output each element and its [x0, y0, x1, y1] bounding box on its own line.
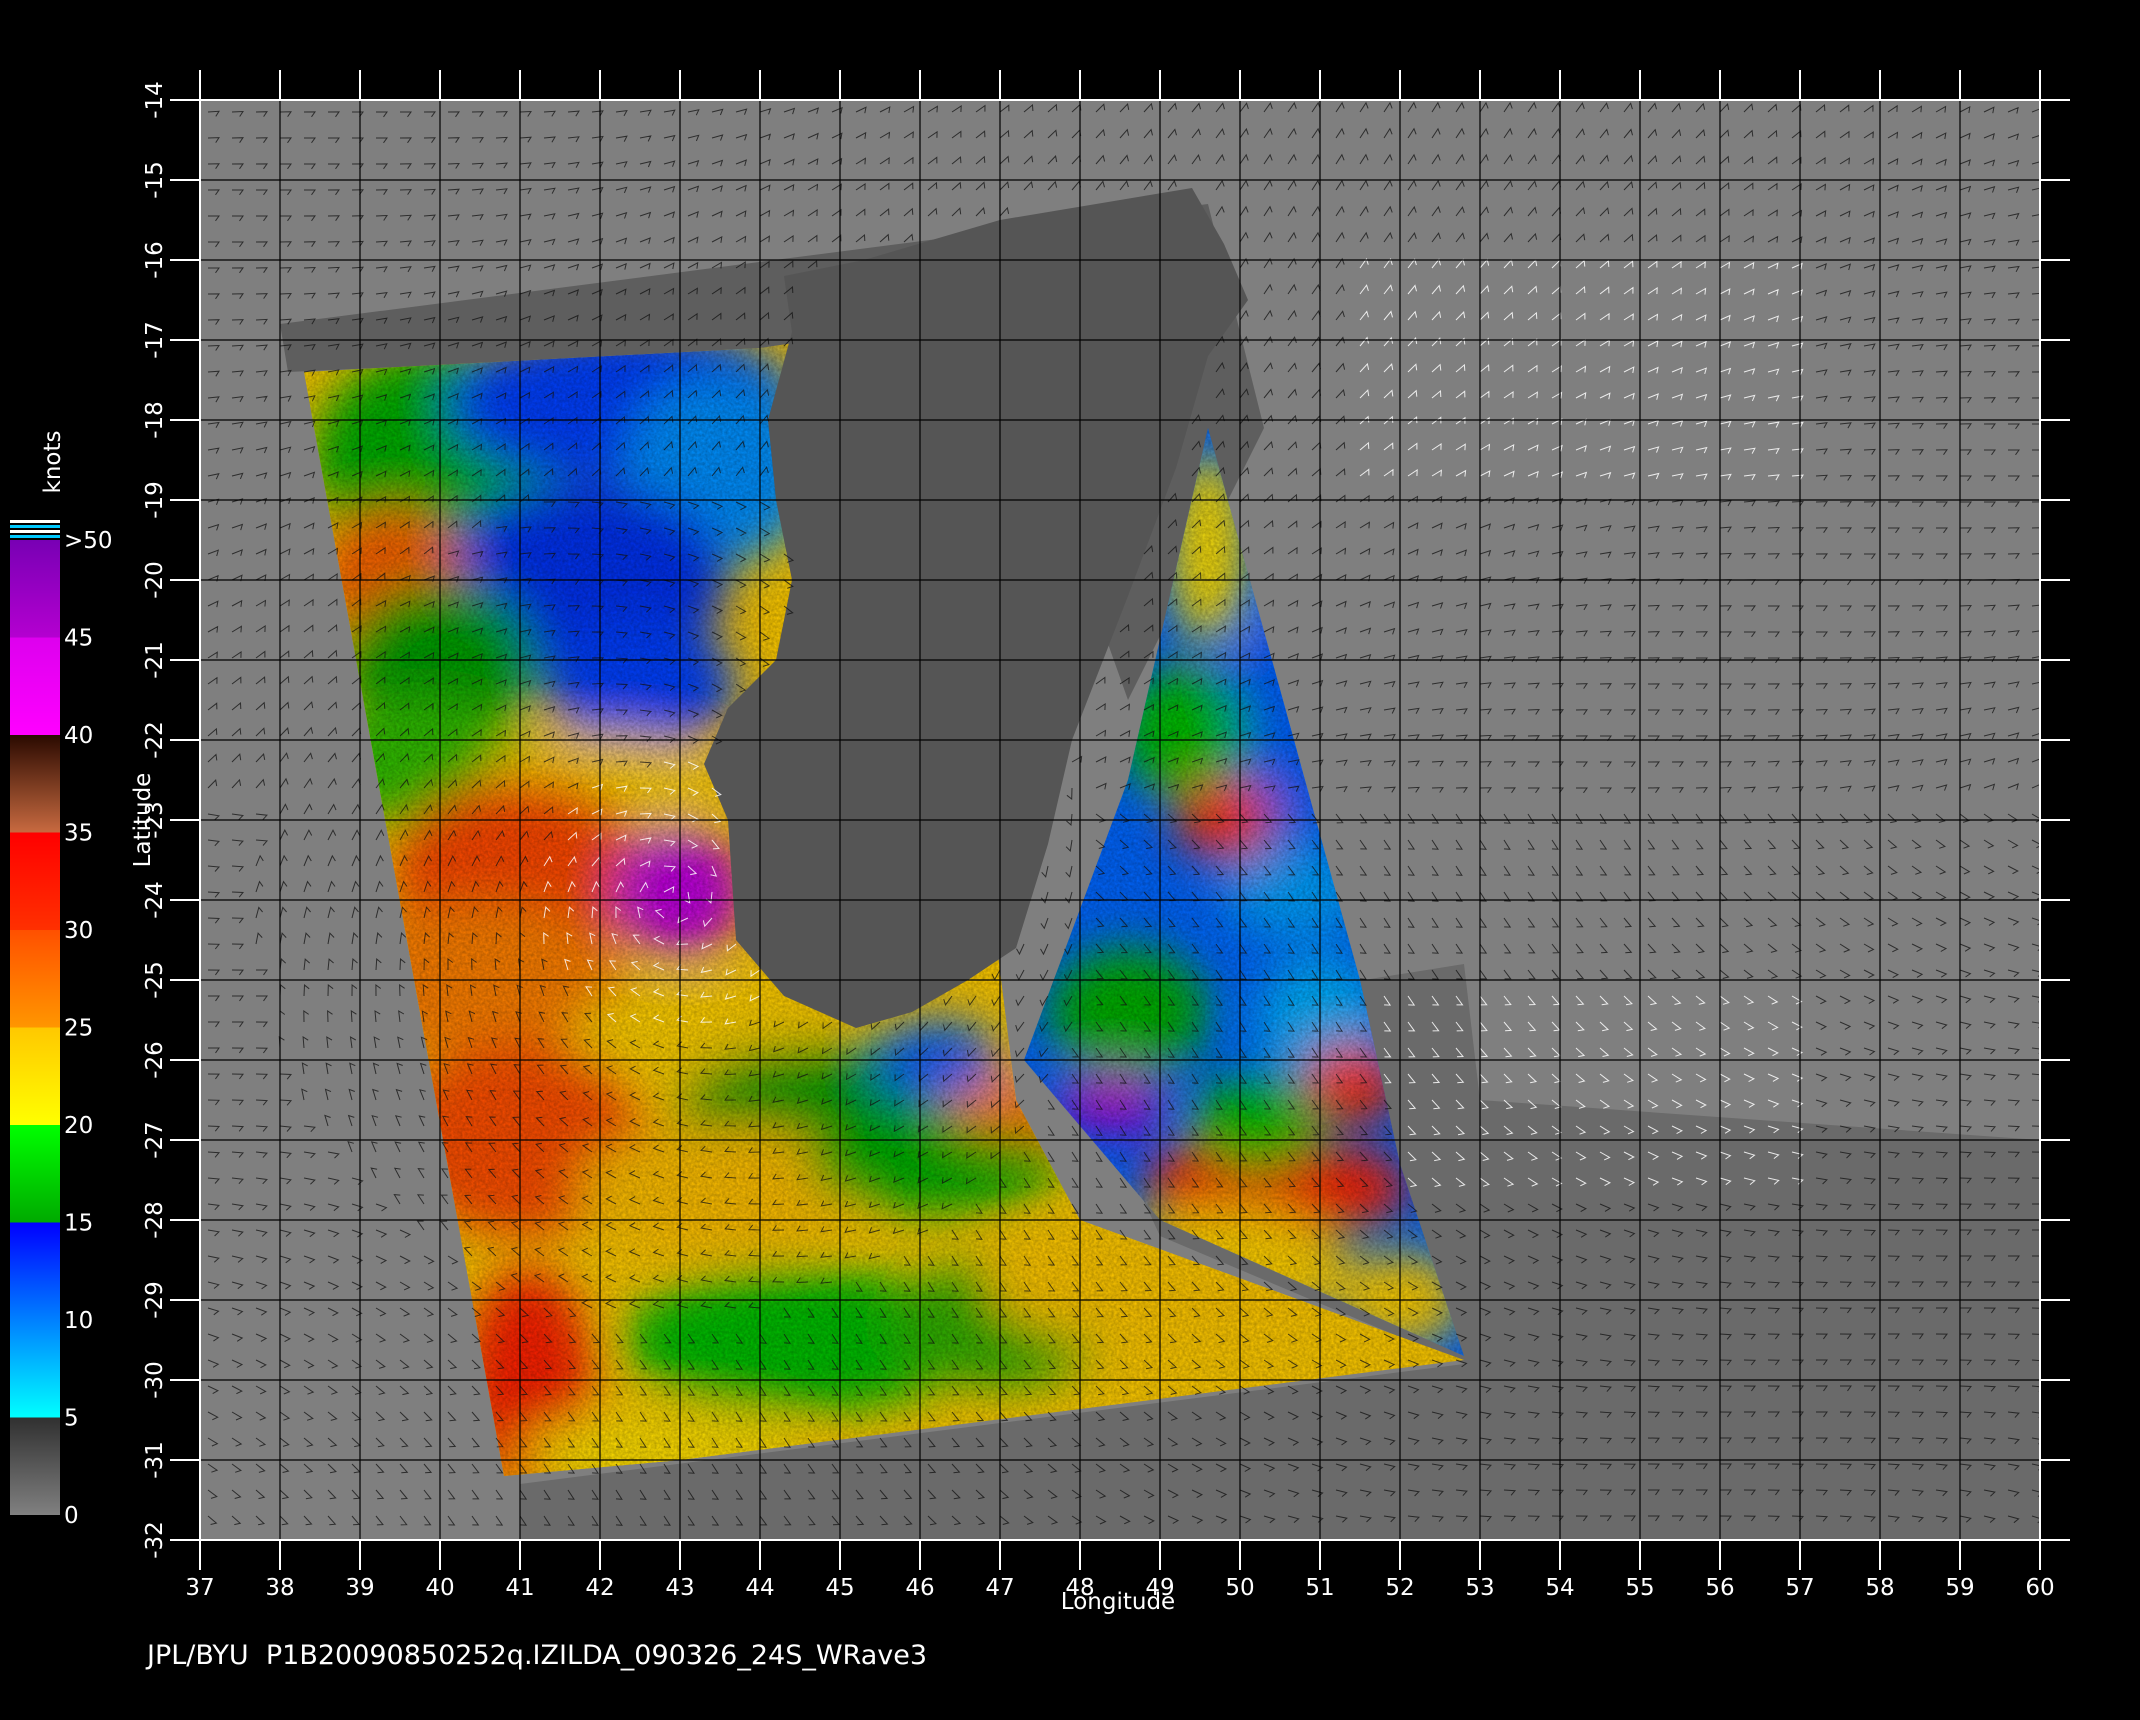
- lat-tick-label: -16: [142, 241, 168, 279]
- lon-tick-label: 50: [1225, 1575, 1254, 1601]
- lat-tick-label: -21: [142, 641, 168, 679]
- colorbar-label: >50: [64, 528, 113, 554]
- colorbar-label: 0: [64, 1503, 79, 1529]
- lon-tick-label: 58: [1865, 1575, 1894, 1601]
- lat-tick-label: -30: [142, 1361, 168, 1399]
- lon-tick-label: 44: [745, 1575, 774, 1601]
- colorbar-cap: [10, 530, 60, 533]
- lon-tick-label: 51: [1305, 1575, 1334, 1601]
- colorbar-label: 5: [64, 1406, 79, 1432]
- lat-tick-label: -26: [142, 1041, 168, 1079]
- lon-tick-label: 59: [1945, 1575, 1974, 1601]
- lat-tick-label: -28: [142, 1201, 168, 1239]
- lon-tick-label: 54: [1545, 1575, 1574, 1601]
- wind-map: 37 38 39 40 41 42 43 44 45 46 47 48 49 50 51 52 53 54 55 56…: [10, 70, 2070, 1615]
- lon-tick-label: 55: [1625, 1575, 1654, 1601]
- lat-tick-label: -15: [142, 161, 168, 199]
- colorbar-label: 40: [64, 723, 93, 749]
- lon-tick-label: 46: [905, 1575, 934, 1601]
- colorbar-segment: [10, 735, 60, 833]
- colorbar-segment: [10, 540, 60, 638]
- footer-caption: JPL/BYU P1B20090850252q.IZILDA_090326_24…: [147, 1640, 927, 1671]
- lon-tick-label: 60: [2025, 1575, 2054, 1601]
- footer-credit: JPL/BYU: [147, 1640, 249, 1671]
- colorbar-segment: [10, 1222, 60, 1320]
- lat-tick-label: -32: [142, 1521, 168, 1559]
- lat-tick-label: -27: [142, 1121, 168, 1159]
- lon-tick-label: 41: [505, 1575, 534, 1601]
- colorbar-unit-label: knots: [40, 431, 66, 494]
- lon-tick-label: 42: [585, 1575, 614, 1601]
- footer-product: P1B20090850252q.IZILDA_090326_24S_WRave3: [265, 1640, 928, 1671]
- lat-tick-label: -14: [142, 81, 168, 119]
- colorbar-label: 30: [64, 918, 93, 944]
- lon-tick-label: 53: [1465, 1575, 1494, 1601]
- lon-tick-label: 56: [1705, 1575, 1734, 1601]
- colorbar-label: 20: [64, 1113, 93, 1139]
- colorbar-segment: [10, 1320, 60, 1418]
- colorbar-label: 45: [64, 626, 93, 652]
- lat-tick-label: -31: [142, 1441, 168, 1479]
- colorbar-label: 35: [64, 821, 93, 847]
- lon-tick-label: 47: [985, 1575, 1014, 1601]
- colorbar-label: 15: [64, 1211, 93, 1237]
- lon-tick-label: 43: [665, 1575, 694, 1601]
- lat-tick-label: -29: [142, 1281, 168, 1319]
- lat-tick-label: -22: [142, 721, 168, 759]
- lat-tick-label: -19: [142, 481, 168, 519]
- lat-tick-label: -18: [142, 401, 168, 439]
- lat-tick-label: -20: [142, 561, 168, 599]
- colorbar-segment: [10, 1417, 60, 1515]
- colorbar-segment: [10, 930, 60, 1028]
- lon-tick-label: 38: [265, 1575, 294, 1601]
- lat-tick-label: -25: [142, 961, 168, 999]
- lat-tick-label: -17: [142, 321, 168, 359]
- lon-tick-label: 57: [1785, 1575, 1814, 1601]
- lon-tick-label: 52: [1385, 1575, 1414, 1601]
- lat-tick-label: -24: [142, 881, 168, 919]
- lon-tick-label: 40: [425, 1575, 454, 1601]
- colorbar-segment: [10, 1027, 60, 1125]
- colorbar-cap: [10, 520, 60, 523]
- lon-tick-label: 39: [345, 1575, 374, 1601]
- lon-tick-label: 37: [185, 1575, 214, 1601]
- y-axis-label: Latitude: [130, 773, 156, 868]
- colorbar-segment: [10, 1125, 60, 1223]
- lon-tick-label: 45: [825, 1575, 854, 1601]
- x-axis-label: Longitude: [1061, 1589, 1175, 1615]
- colorbar-segment: [10, 637, 60, 735]
- colorbar-cap: [10, 535, 60, 538]
- colorbar-label: 10: [64, 1308, 93, 1334]
- colorbar-segment: [10, 832, 60, 930]
- colorbar-label: 25: [64, 1016, 93, 1042]
- colorbar-cap: [10, 525, 60, 528]
- colorbar: >50 45 40 35 30 25 20 15 10 5 0: [10, 520, 113, 1529]
